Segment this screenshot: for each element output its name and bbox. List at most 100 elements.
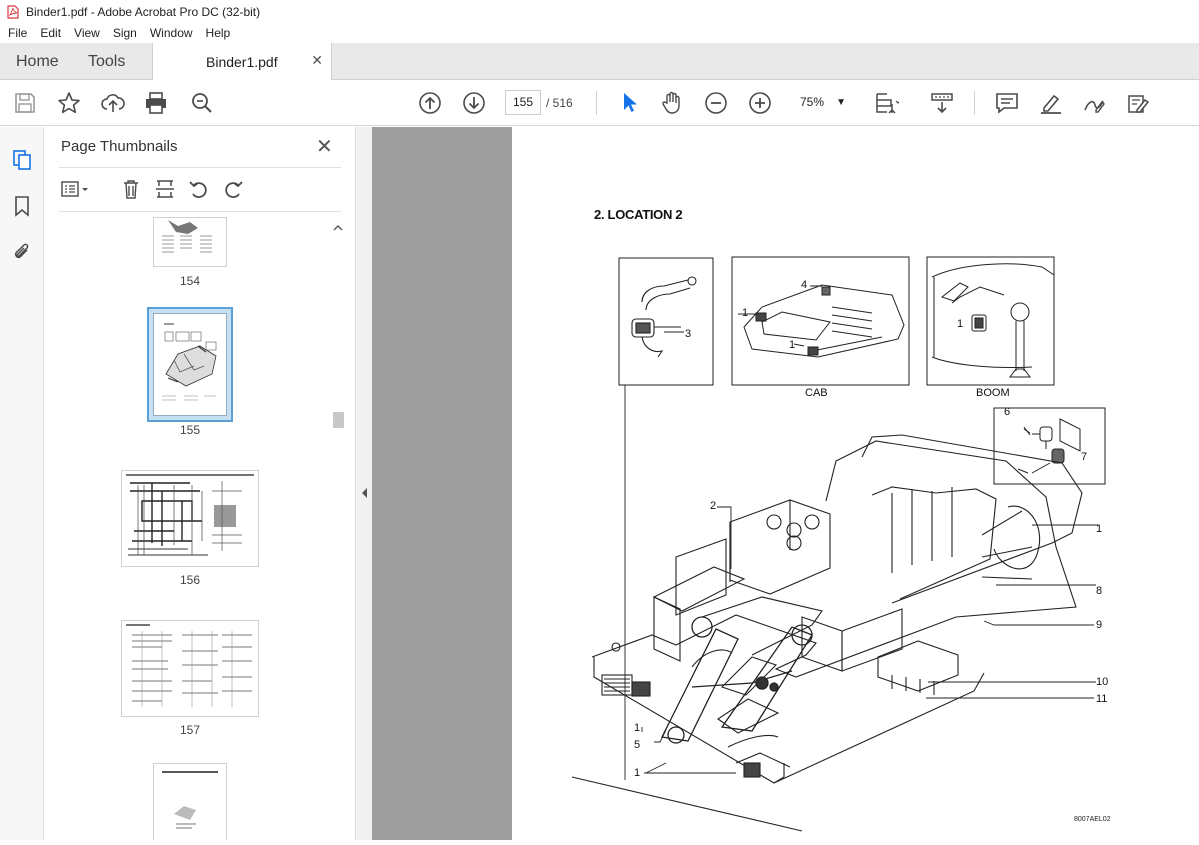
thumbnail-preview bbox=[162, 323, 217, 401]
inset-box-boom bbox=[926, 256, 1055, 386]
thumbnail-page-157[interactable] bbox=[121, 620, 259, 717]
thumbnail-page-155[interactable] bbox=[153, 313, 227, 416]
thumbnail-page-156[interactable] bbox=[121, 470, 259, 567]
toolbar-divider bbox=[974, 91, 975, 115]
fill-sign-icon[interactable] bbox=[1125, 90, 1151, 116]
window-title: Binder1.pdf - Adobe Acrobat Pro DC (32-b… bbox=[26, 4, 261, 19]
thumbnail-page-154[interactable] bbox=[153, 217, 227, 267]
panel-title: Page Thumbnails bbox=[61, 138, 178, 155]
menu-bar: File Edit View Sign Window Help bbox=[0, 23, 1199, 43]
find-zoom-icon[interactable] bbox=[189, 90, 215, 116]
collapse-arrow-icon[interactable] bbox=[362, 488, 367, 498]
fit-page-icon[interactable] bbox=[873, 90, 901, 116]
thumbnail-preview bbox=[126, 624, 252, 707]
zoom-out-icon[interactable] bbox=[703, 90, 729, 116]
drawing-id: 8007AEL02 bbox=[1074, 816, 1111, 823]
callout-label: 1 bbox=[634, 767, 641, 779]
left-navigation-rail bbox=[0, 127, 44, 840]
callout-label: 8 bbox=[1096, 585, 1103, 597]
valves-drawing bbox=[1017, 418, 1081, 474]
callout-label: 1 bbox=[634, 722, 641, 734]
thumbnail-page-number: 156 bbox=[179, 573, 201, 587]
tab-document-label: Binder1.pdf bbox=[206, 54, 278, 70]
callout-label: 2 bbox=[710, 500, 717, 512]
callout-label: 5 bbox=[634, 739, 641, 751]
tab-bar: Home Tools Binder1.pdf ✕ bbox=[0, 43, 1199, 81]
page-number-input[interactable]: 155 bbox=[505, 90, 541, 115]
callout-label: 4 bbox=[801, 279, 808, 291]
inset-box-valves bbox=[993, 407, 1106, 485]
thumbnail-options-icon[interactable] bbox=[61, 178, 88, 200]
menu-file[interactable]: File bbox=[8, 26, 27, 40]
zoom-level-value: 75% bbox=[800, 95, 825, 109]
tab-document[interactable]: Binder1.pdf ✕ bbox=[152, 43, 332, 81]
callout-label: 1 bbox=[789, 339, 796, 351]
print-icon[interactable] bbox=[143, 90, 169, 116]
chevron-down-icon: ▼ bbox=[836, 97, 846, 108]
save-icon[interactable] bbox=[12, 90, 38, 116]
thumbnail-scrollbar[interactable] bbox=[331, 216, 345, 840]
thumbnail-page-158[interactable] bbox=[153, 763, 227, 840]
menu-sign[interactable]: Sign bbox=[113, 26, 137, 40]
thumbnail-preview bbox=[162, 220, 212, 253]
thumbnail-page-number: 157 bbox=[179, 723, 201, 737]
highlight-icon[interactable] bbox=[1038, 90, 1064, 116]
panel-divider bbox=[59, 167, 341, 168]
title-bar: Binder1.pdf - Adobe Acrobat Pro DC (32-b… bbox=[0, 0, 1199, 23]
menu-window[interactable]: Window bbox=[150, 26, 193, 40]
pdf-page: 2. LOCATION 2 3 4 1 1 1 CAB BOOM 6 7 2 1… bbox=[512, 127, 1199, 840]
main-toolbar: 155 / 516 75% ▼ bbox=[0, 80, 1199, 126]
draw-icon[interactable] bbox=[1081, 90, 1107, 116]
page-thumbnails-icon[interactable] bbox=[11, 149, 33, 171]
caption-boom: BOOM bbox=[976, 387, 1010, 399]
panel-divider bbox=[59, 211, 341, 212]
boom-drawing bbox=[931, 263, 1055, 378]
thumbnail-toolbar bbox=[59, 175, 341, 205]
bookmarks-icon[interactable] bbox=[11, 195, 33, 217]
thumbnail-preview bbox=[162, 771, 218, 829]
location-diagram bbox=[571, 256, 1106, 832]
menu-edit[interactable]: Edit bbox=[40, 26, 61, 40]
next-page-icon[interactable] bbox=[461, 90, 487, 116]
zoom-in-icon[interactable] bbox=[747, 90, 773, 116]
menu-help[interactable]: Help bbox=[206, 26, 231, 40]
panel-collapse-strip[interactable] bbox=[355, 127, 372, 840]
rotate-right-icon[interactable] bbox=[222, 178, 244, 200]
page-thumbnails-panel: Page Thumbnails ✕ 154 155 156 157 bbox=[45, 127, 355, 840]
close-icon[interactable]: ✕ bbox=[316, 134, 333, 159]
hand-icon[interactable] bbox=[659, 90, 685, 116]
callout-label: 11 bbox=[1096, 693, 1108, 705]
prev-page-icon[interactable] bbox=[417, 90, 443, 116]
page-total: / 516 bbox=[546, 96, 573, 110]
callout-label: 10 bbox=[1096, 676, 1109, 688]
select-cursor-icon[interactable] bbox=[616, 90, 642, 116]
thumbnail-page-number: 155 bbox=[179, 423, 201, 437]
callout-label: 6 bbox=[1004, 406, 1011, 418]
close-icon[interactable]: ✕ bbox=[311, 52, 323, 69]
comment-icon[interactable] bbox=[994, 90, 1020, 116]
cab-drawing bbox=[738, 284, 905, 358]
callout-label: 3 bbox=[685, 328, 692, 340]
toolbar-divider bbox=[596, 91, 597, 115]
sensor-drawing bbox=[631, 276, 697, 358]
callout-label: 1 bbox=[742, 307, 749, 319]
scroll-mode-icon[interactable] bbox=[929, 90, 955, 116]
thumbnail-list: 154 155 156 157 bbox=[45, 217, 345, 840]
delete-page-icon[interactable] bbox=[120, 178, 142, 200]
attachments-icon[interactable] bbox=[11, 241, 33, 263]
menu-view[interactable]: View bbox=[74, 26, 100, 40]
leader-lines bbox=[624, 331, 1098, 780]
rotate-left-icon[interactable] bbox=[188, 178, 210, 200]
extract-page-icon[interactable] bbox=[154, 178, 176, 200]
caption-cab: CAB bbox=[805, 387, 828, 399]
callout-label: 1 bbox=[1096, 523, 1103, 535]
share-upload-icon[interactable] bbox=[100, 90, 126, 116]
callout-label: 7 bbox=[1081, 451, 1088, 463]
tab-home[interactable]: Home bbox=[16, 43, 59, 80]
tab-tools[interactable]: Tools bbox=[88, 43, 125, 80]
bookmark-star-icon[interactable] bbox=[56, 90, 82, 116]
thumbnail-preview bbox=[126, 474, 254, 556]
acrobat-pdf-icon bbox=[7, 4, 19, 19]
zoom-level-select[interactable]: 75% ▼ bbox=[790, 90, 854, 115]
callout-label: 9 bbox=[1096, 619, 1103, 631]
